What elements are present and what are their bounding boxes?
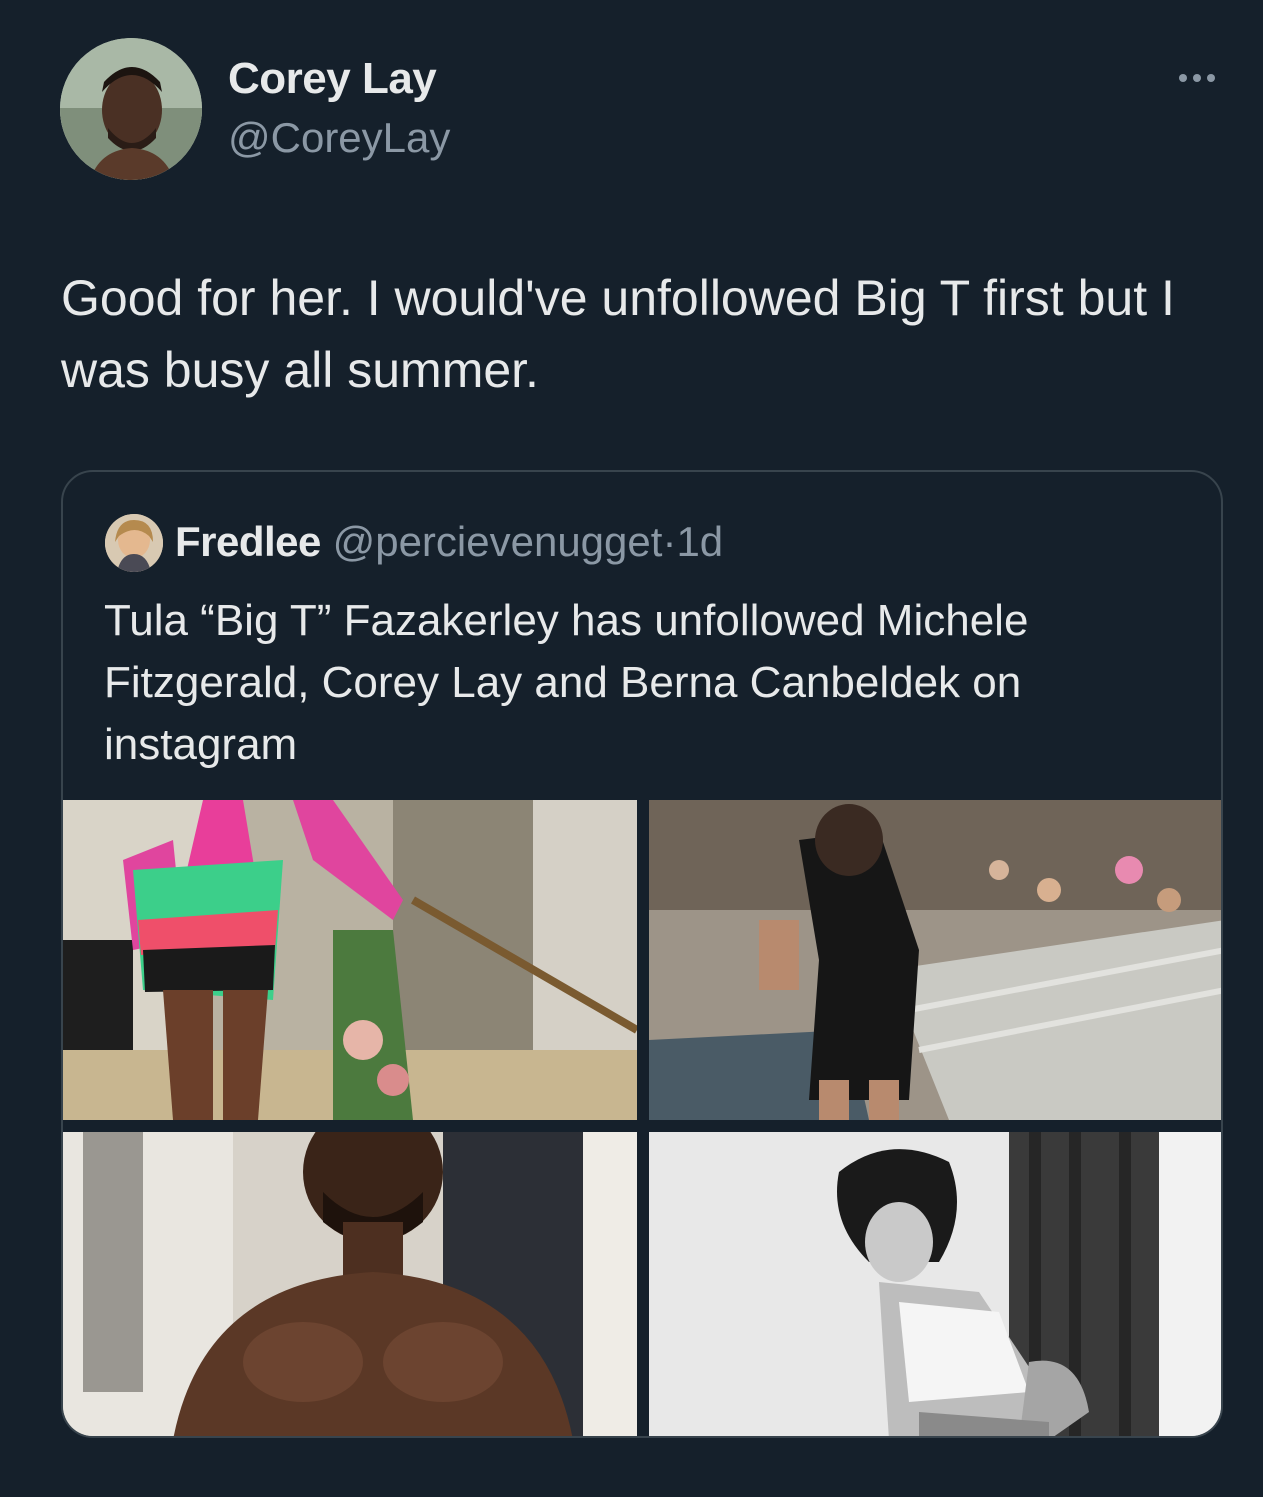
dot — [1193, 74, 1201, 82]
quoted-tweet-header: Fredlee @percievenugget·1d — [175, 518, 723, 566]
quoted-tweet-time[interactable]: 1d — [676, 518, 723, 565]
photo-icon — [649, 800, 1221, 1120]
media-image-3[interactable] — [63, 1132, 637, 1436]
media-image-1[interactable] — [63, 800, 637, 1120]
avatar-photo-icon — [105, 514, 163, 572]
separator-dot: · — [662, 518, 677, 565]
media-image-4[interactable] — [649, 1132, 1221, 1436]
dot — [1179, 74, 1187, 82]
author-avatar[interactable] — [60, 38, 202, 180]
photo-icon — [63, 1132, 637, 1436]
photo-icon — [63, 800, 637, 1120]
media-image-2[interactable] — [649, 800, 1221, 1120]
avatar-photo-icon — [60, 38, 202, 180]
quoted-tweet-card[interactable]: Fredlee @percievenugget·1d Tula “Big T” … — [61, 470, 1223, 1438]
dot — [1207, 74, 1215, 82]
quoted-tweet-text: Tula “Big T” Fazakerley has unfollowed M… — [104, 596, 1029, 769]
media-grid — [63, 800, 1221, 1436]
author-display-name[interactable]: Corey Lay — [228, 54, 437, 104]
photo-icon — [649, 1132, 1221, 1436]
author-handle[interactable]: @CoreyLay — [228, 114, 450, 162]
more-options-icon[interactable] — [1172, 66, 1222, 90]
tweet-text: Good for her. I would've unfollowed Big … — [61, 270, 1175, 398]
quoted-author-avatar[interactable] — [105, 514, 163, 572]
quoted-author-handle[interactable]: @percievenugget — [333, 518, 663, 565]
quoted-author-display-name[interactable]: Fredlee — [175, 518, 321, 565]
tweet: Corey Lay @CoreyLay Good for her. I woul… — [0, 0, 1263, 1497]
